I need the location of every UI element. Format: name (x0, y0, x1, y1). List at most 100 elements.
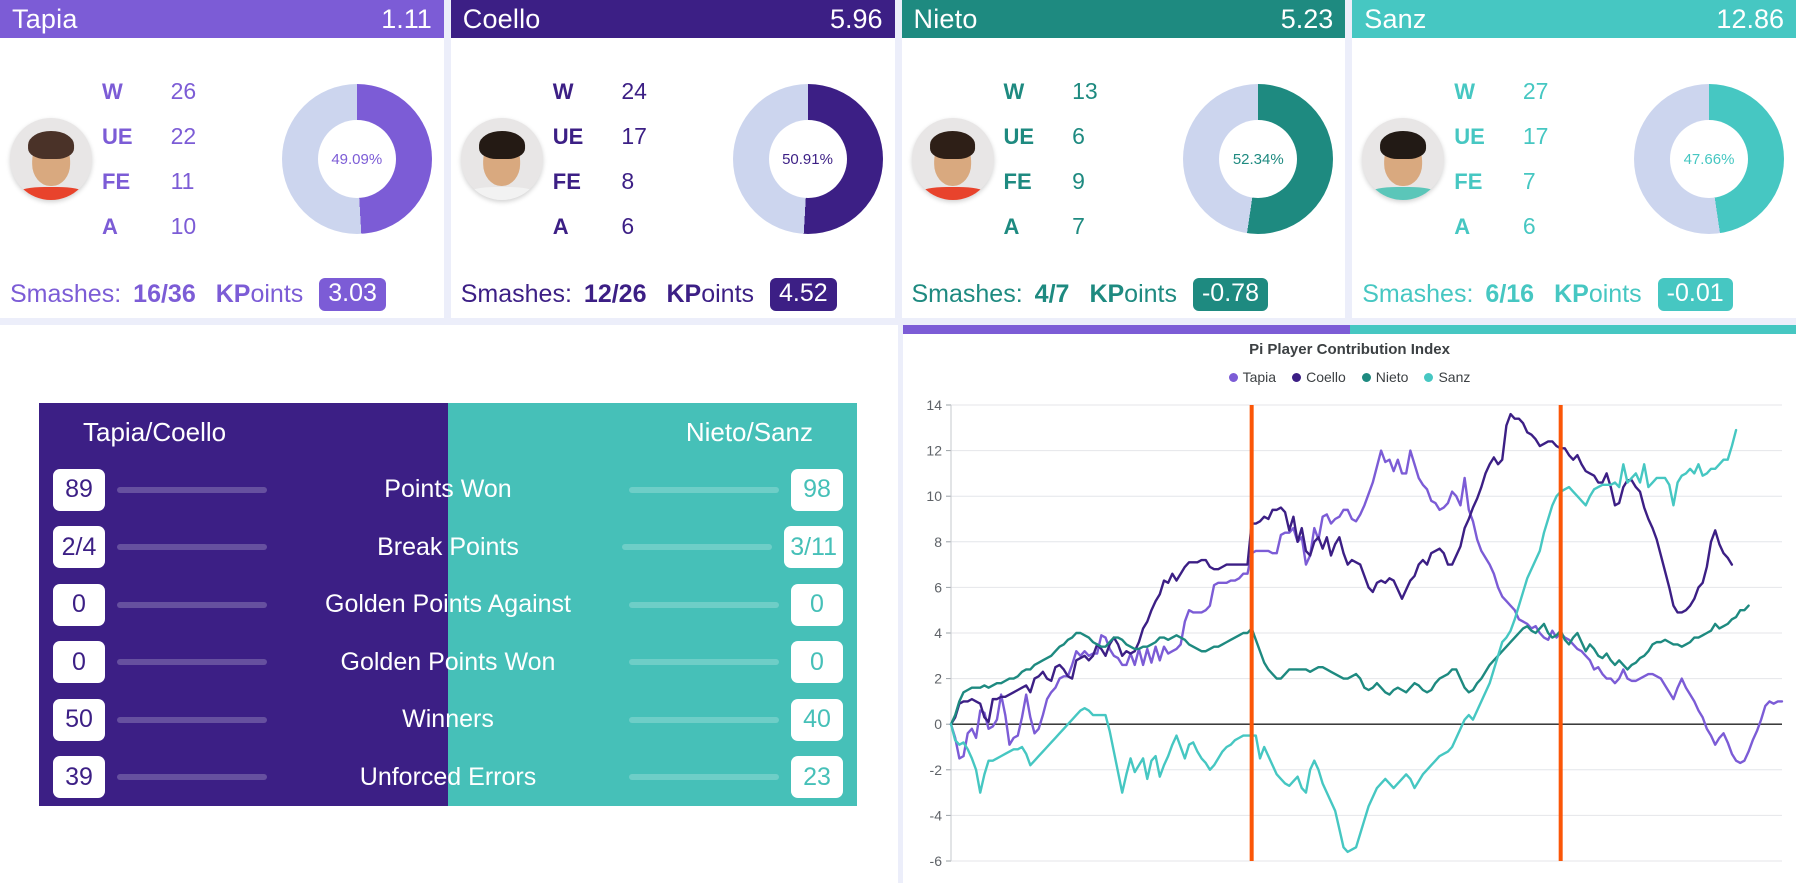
legend-dot-icon (1292, 372, 1302, 382)
left-bar (117, 659, 267, 666)
legend-label: Tapia (1242, 369, 1277, 385)
right-bar (629, 774, 779, 781)
kpoints-label: KPoints (1554, 279, 1642, 308)
stat-label-w: W (552, 79, 574, 104)
smashes-label: Smashes: (1362, 279, 1474, 308)
avatar (10, 118, 92, 200)
comparison-row-right: 0 (448, 634, 857, 692)
comparison-right-team: Nieto/Sanz 98 3/11 0 0 40 23 (448, 403, 857, 806)
left-value: 0 (53, 583, 105, 626)
stat-label-ue: UE (102, 124, 133, 149)
player-card-footer: Smashes: 6/16 KPoints -0.01 (1352, 276, 1796, 318)
series-line-nieto (949, 604, 1750, 726)
avatar (911, 118, 994, 200)
stat-label-a: A (552, 214, 569, 239)
right-value: 40 (791, 698, 843, 741)
player-score: 1.11 (381, 3, 432, 34)
left-value: 0 (53, 641, 105, 684)
left-bar (117, 716, 267, 723)
player-donut-chart: 52.34% (1183, 84, 1334, 234)
legend-label: Sanz (1438, 369, 1471, 385)
stat-label-fe: FE (1003, 169, 1032, 194)
left-value: 50 (53, 698, 105, 741)
y-tick-label: 12 (926, 443, 942, 459)
smashes-label: Smashes: (10, 279, 122, 308)
smashes-value: 16/36 (133, 279, 196, 308)
team-left-name: Tapia/Coello (83, 416, 227, 447)
player-name: Sanz (1364, 3, 1427, 34)
player-name: Nieto (913, 3, 978, 34)
left-bar (117, 601, 267, 608)
stat-value-w: 27 (1522, 78, 1549, 104)
comparison-row-right: 40 (448, 691, 857, 749)
player-name: Coello (462, 3, 541, 34)
y-tick-label: -4 (930, 807, 943, 823)
kpoints-badge: -0.78 (1192, 277, 1268, 311)
stat-value-ue: 17 (1522, 123, 1549, 149)
player-card-coello: Coello 5.96 W 24 UE 17 FE 8 A 6 50.91% Smashes: 12/2… (450, 0, 895, 318)
right-bar (622, 544, 773, 551)
stat-label-a: A (1454, 214, 1471, 239)
left-bar (117, 544, 267, 551)
player-card-footer: Smashes: 4/7 KPoints -0.78 (902, 276, 1346, 318)
stat-value-fe: 7 (1522, 168, 1536, 194)
player-score: 5.96 (829, 3, 883, 34)
kpoints-badge: 4.52 (770, 277, 837, 311)
right-bar (629, 659, 779, 666)
stat-label-fe: FE (552, 169, 581, 194)
stat-value-fe: 9 (1072, 168, 1085, 194)
y-tick-label: -2 (930, 762, 943, 778)
player-card-body: W 27 UE 17 FE 7 A 6 47.66% (1352, 38, 1796, 276)
stat-value-w: 26 (170, 78, 197, 104)
chart-title: Pi Player Contribution Index (1249, 341, 1450, 358)
comparison-row-right: 23 (448, 749, 857, 807)
player-score: 5.23 (1280, 3, 1334, 34)
y-tick-label: 2 (934, 671, 942, 687)
comparison-row-right: 0 (448, 576, 857, 634)
stat-label-ue: UE (552, 124, 584, 149)
player-card-body: W 26 UE 22 FE 11 A 10 49.09% (0, 38, 444, 276)
right-value: 0 (791, 641, 843, 684)
y-tick-label: -6 (930, 853, 943, 869)
player-card-body: W 24 UE 17 FE 8 A 6 50.91% (451, 38, 895, 276)
player-card-sanz: Sanz 12.86 W 27 UE 17 FE 7 A 6 47.66% Smashes: 6/16 K… (1352, 0, 1796, 318)
chart-plot-area: -6 -4 -2 0 2 4 6 8 10 12 14 (903, 393, 1796, 883)
stat-value-fe: 11 (170, 168, 195, 194)
player-card-header: Nieto 5.23 (901, 0, 1346, 38)
legend-label: Coello (1306, 369, 1346, 385)
legend-item-coello[interactable]: Coello (1292, 369, 1346, 385)
player-donut-chart: 50.91% (732, 84, 883, 234)
stat-label-fe: FE (102, 169, 131, 194)
y-tick-label: 14 (926, 397, 942, 413)
legend-item-sanz[interactable]: Sanz (1424, 369, 1470, 385)
kpoints-label: KPoints (666, 279, 755, 308)
legend-item-nieto[interactable]: Nieto (1361, 369, 1408, 385)
legend-dot-icon (1361, 372, 1371, 382)
series-line-sanz (949, 428, 1738, 854)
right-bar (629, 716, 779, 723)
smashes-value: 4/7 (1034, 279, 1070, 308)
smashes-value: 12/26 (583, 279, 647, 308)
stat-value-ue: 22 (170, 123, 197, 149)
legend-item-tapia[interactable]: Tapia (1228, 369, 1277, 385)
accent-left (903, 325, 1350, 334)
kpoints-badge: -0.01 (1657, 277, 1733, 311)
donut-percentage-label: 52.34% (1219, 120, 1298, 198)
stat-label-ue: UE (1003, 124, 1035, 149)
player-card-header: Sanz 12.86 (1352, 0, 1796, 38)
left-value: 2/4 (53, 526, 105, 569)
y-tick-label: 10 (926, 488, 942, 504)
comparison-row-left: 39 (39, 749, 448, 807)
stat-label-w: W (1454, 79, 1476, 104)
right-bar (629, 486, 779, 493)
left-bar (117, 774, 267, 781)
y-tick-label: 4 (934, 625, 942, 641)
player-card-tapia: Tapia 1.11 W 26 UE 22 FE 11 A 10 49.09% Smashes: 16/… (0, 0, 444, 318)
player-cards-row: Tapia 1.11 W 26 UE 22 FE 11 A 10 49.09% Smashes: 16/… (0, 0, 1796, 318)
player-card-header: Tapia 1.11 (0, 0, 444, 38)
team-right-name: Nieto/Sanz (685, 416, 813, 447)
kpoints-label: KPoints (215, 279, 304, 308)
team-accent-bar (903, 325, 1796, 334)
right-value: 0 (791, 583, 843, 626)
stat-value-ue: 6 (1072, 123, 1085, 149)
